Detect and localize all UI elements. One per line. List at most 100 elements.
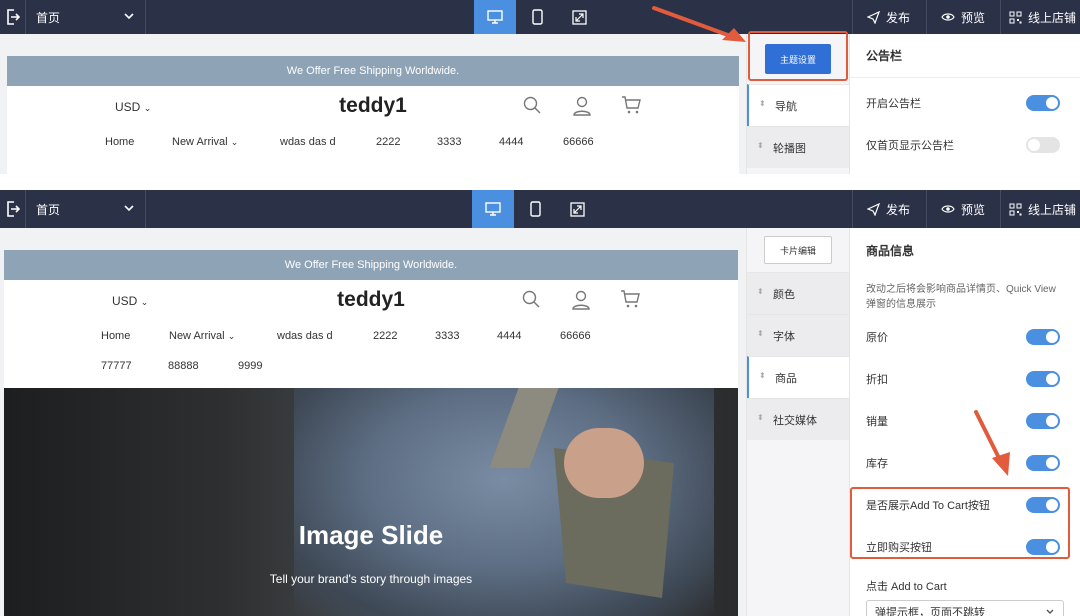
qr-code-icon bbox=[1009, 203, 1022, 215]
drag-handle-icon[interactable]: ⬍ bbox=[757, 329, 764, 338]
drag-handle-icon[interactable]: ⬍ bbox=[759, 99, 766, 108]
drag-handle-icon[interactable]: ⬍ bbox=[757, 413, 764, 422]
publish-button[interactable]: 发布 bbox=[852, 0, 926, 34]
toggle-switch[interactable] bbox=[1026, 329, 1060, 345]
add-to-cart-select-value: 弹提示框，页面不跳转 bbox=[875, 607, 985, 616]
toggle-switch[interactable] bbox=[1026, 413, 1060, 429]
preview-button[interactable]: 预览 bbox=[926, 190, 1000, 228]
setting-label: 开启公告栏 bbox=[866, 98, 921, 110]
nav-item[interactable]: 3333 bbox=[437, 136, 461, 148]
section-label: 字体 bbox=[773, 330, 795, 343]
search-icon[interactable] bbox=[522, 290, 540, 308]
nav-item[interactable]: 4444 bbox=[497, 330, 521, 342]
setting-row: 仅首页显示公告栏 bbox=[850, 124, 1080, 166]
toggle-switch[interactable] bbox=[1026, 455, 1060, 471]
nav-item[interactable]: Home bbox=[101, 330, 130, 342]
user-icon[interactable] bbox=[573, 96, 591, 116]
publish-label: 发布 bbox=[886, 10, 911, 25]
setting-label: 销量 bbox=[866, 416, 888, 428]
setting-label: 仅首页显示公告栏 bbox=[866, 140, 954, 152]
card-edit-button[interactable]: 卡片编辑 bbox=[764, 236, 832, 264]
highlight-box bbox=[850, 487, 1070, 559]
section-item-font[interactable]: ⬍ 字体 bbox=[747, 314, 849, 356]
settings-title: 商品信息 bbox=[866, 243, 915, 258]
chevron-down-icon bbox=[124, 205, 134, 212]
chevron-down-icon bbox=[124, 13, 134, 20]
mobile-view-icon[interactable] bbox=[516, 0, 558, 34]
section-item-product[interactable]: ⬍ 商品 bbox=[747, 356, 849, 398]
send-icon bbox=[867, 10, 880, 24]
toggle-switch[interactable] bbox=[1026, 371, 1060, 387]
section-item-color[interactable]: ⬍ 颜色 bbox=[747, 272, 849, 314]
nav-item[interactable]: wdas das d bbox=[280, 136, 336, 148]
setting-row: 原价 bbox=[850, 316, 1080, 358]
user-icon[interactable] bbox=[572, 290, 590, 310]
nav-item[interactable]: New Arrival ⌄ bbox=[172, 136, 238, 148]
store-nav: Home New Arrival ⌄ wdas das d 2222 3333 … bbox=[4, 324, 738, 352]
online-store-label: 线上店铺 bbox=[1028, 202, 1077, 217]
chevron-down-icon: ⌄ bbox=[227, 331, 236, 341]
exit-icon[interactable] bbox=[0, 190, 26, 228]
page-select-value: 首页 bbox=[36, 10, 61, 25]
nav-item[interactable]: 9999 bbox=[238, 360, 262, 372]
announcement-bar[interactable]: We Offer Free Shipping Worldwide. bbox=[4, 250, 738, 280]
nav-item[interactable]: 2222 bbox=[373, 330, 397, 342]
publish-label: 发布 bbox=[886, 202, 911, 217]
announcement-bar[interactable]: We Offer Free Shipping Worldwide. bbox=[7, 56, 739, 86]
preview-label: 预览 bbox=[961, 10, 986, 25]
preview-button[interactable]: 预览 bbox=[926, 0, 1000, 34]
nav-item-label: New Arrival bbox=[172, 136, 228, 148]
top-toolbar: 首页 发布 预览 线上店铺 bbox=[0, 0, 1080, 34]
cart-icon[interactable] bbox=[621, 96, 641, 114]
page-select[interactable]: 首页 bbox=[26, 190, 146, 228]
online-store-button[interactable]: 线上店铺 bbox=[1000, 190, 1080, 228]
section-list-header: 卡片编辑 bbox=[747, 228, 849, 272]
section-label: 导航 bbox=[775, 100, 797, 113]
desktop-view-icon[interactable] bbox=[474, 0, 516, 34]
setting-row: 折扣 bbox=[850, 358, 1080, 400]
fullscreen-icon[interactable] bbox=[556, 190, 598, 228]
nav-item[interactable]: New Arrival ⌄ bbox=[169, 330, 235, 342]
hero-image-slide[interactable]: Image Slide Tell your brand's story thro… bbox=[4, 388, 738, 616]
desktop-view-icon[interactable] bbox=[472, 190, 514, 228]
nav-item-label: New Arrival bbox=[169, 330, 225, 342]
toggle-switch[interactable] bbox=[1026, 137, 1060, 153]
exit-icon[interactable] bbox=[0, 0, 26, 34]
nav-item[interactable]: 77777 bbox=[101, 360, 132, 372]
store-nav: Home New Arrival ⌄ wdas das d 2222 3333 … bbox=[7, 130, 739, 158]
publish-button[interactable]: 发布 bbox=[852, 190, 926, 228]
nav-item[interactable]: 66666 bbox=[560, 330, 591, 342]
highlight-box bbox=[748, 31, 848, 81]
section-item-carousel[interactable]: ⬍ 轮播图 bbox=[747, 126, 849, 168]
settings-title: 公告栏 bbox=[850, 34, 1080, 78]
cart-icon[interactable] bbox=[620, 290, 640, 308]
drag-handle-icon[interactable]: ⬍ bbox=[757, 287, 764, 296]
section-item-nav[interactable]: ⬍ 导航 bbox=[747, 84, 849, 126]
storefront-preview: We Offer Free Shipping Worldwide. USD ⌄ … bbox=[4, 250, 738, 388]
toggle-switch[interactable] bbox=[1026, 95, 1060, 111]
online-store-label: 线上店铺 bbox=[1028, 10, 1077, 25]
nav-item[interactable]: 66666 bbox=[563, 136, 594, 148]
nav-item[interactable]: 2222 bbox=[376, 136, 400, 148]
setting-label: 折扣 bbox=[866, 374, 888, 386]
section-item-social[interactable]: ⬍ 社交媒体 bbox=[747, 398, 849, 440]
store-header: USD ⌄ teddy1 bbox=[4, 280, 738, 324]
search-icon[interactable] bbox=[523, 96, 541, 114]
add-to-cart-select[interactable]: 弹提示框，页面不跳转 bbox=[866, 600, 1064, 616]
drag-handle-icon[interactable]: ⬍ bbox=[759, 371, 766, 380]
mobile-view-icon[interactable] bbox=[514, 190, 556, 228]
nav-item[interactable]: 4444 bbox=[499, 136, 523, 148]
online-store-button[interactable]: 线上店铺 bbox=[1000, 0, 1080, 34]
eye-icon bbox=[941, 205, 955, 213]
qr-code-icon bbox=[1009, 11, 1022, 23]
fullscreen-icon[interactable] bbox=[558, 0, 600, 34]
bottom-screenshot: 首页 发布 预览 线上店铺 We Offer Free Shipping Wor… bbox=[0, 190, 1080, 616]
drag-handle-icon[interactable]: ⬍ bbox=[757, 141, 764, 150]
section-list: 卡片编辑 ⬍ 颜色 ⬍ 字体 ⬍ 商品 ⬍ 社交媒体 bbox=[746, 228, 850, 616]
nav-item[interactable]: 3333 bbox=[435, 330, 459, 342]
page-select[interactable]: 首页 bbox=[26, 0, 146, 34]
nav-item[interactable]: 88888 bbox=[168, 360, 199, 372]
nav-item[interactable]: Home bbox=[105, 136, 134, 148]
nav-item[interactable]: wdas das d bbox=[277, 330, 333, 342]
setting-row: 销量 bbox=[850, 400, 1080, 442]
